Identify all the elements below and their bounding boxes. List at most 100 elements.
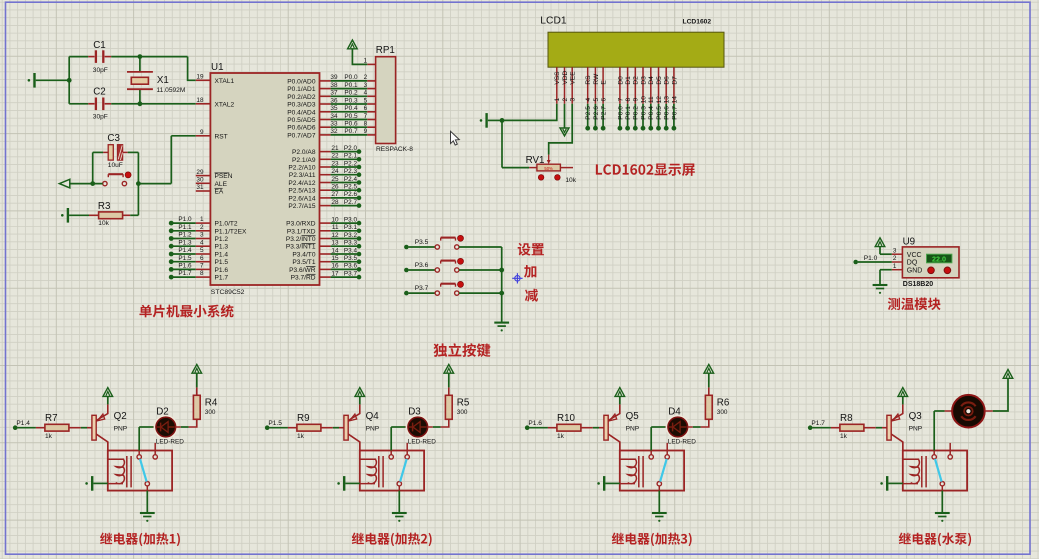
svg-text:P1.1/T2EX: P1.1/T2EX xyxy=(215,228,247,235)
svg-text:7: 7 xyxy=(617,98,624,102)
svg-text:P1.3: P1.3 xyxy=(215,244,229,251)
svg-text:3: 3 xyxy=(364,82,368,89)
svg-text:P0.1/AD1: P0.1/AD1 xyxy=(287,86,316,93)
svg-text:STC89C52: STC89C52 xyxy=(211,289,245,296)
svg-text:P3.4: P3.4 xyxy=(344,247,358,254)
svg-text:D6: D6 xyxy=(664,76,671,85)
svg-text:D1: D1 xyxy=(625,76,632,85)
svg-text:P0.5: P0.5 xyxy=(656,106,663,120)
svg-text:P0.4: P0.4 xyxy=(648,106,655,120)
svg-text:5: 5 xyxy=(593,98,600,102)
svg-text:P3.4/T0: P3.4/T0 xyxy=(292,252,315,259)
svg-text:C2: C2 xyxy=(93,87,106,98)
svg-text:3: 3 xyxy=(570,98,577,102)
svg-text:LED-RED: LED-RED xyxy=(156,438,184,445)
svg-text:P0.7: P0.7 xyxy=(671,106,678,120)
svg-text:LED-RED: LED-RED xyxy=(408,438,436,445)
svg-text:P0.3: P0.3 xyxy=(640,106,647,120)
svg-text:C1: C1 xyxy=(93,40,106,51)
svg-text:39: 39 xyxy=(330,74,338,81)
svg-text:P2.6/A14: P2.6/A14 xyxy=(288,195,315,202)
svg-text:18: 18 xyxy=(196,97,204,104)
svg-text:300: 300 xyxy=(205,409,216,416)
svg-text:2: 2 xyxy=(893,255,897,262)
svg-text:13: 13 xyxy=(664,96,671,104)
svg-text:P1.4: P1.4 xyxy=(178,247,192,254)
svg-text:24: 24 xyxy=(331,168,339,175)
svg-text:30pF: 30pF xyxy=(93,113,108,120)
svg-text:D3: D3 xyxy=(640,76,647,85)
svg-text:P2.4/A12: P2.4/A12 xyxy=(288,180,315,187)
svg-text:P1.4: P1.4 xyxy=(16,420,30,427)
svg-text:P1.5: P1.5 xyxy=(178,255,192,262)
svg-text:1k: 1k xyxy=(297,433,305,440)
svg-text:1k: 1k xyxy=(840,433,848,440)
svg-text:R3: R3 xyxy=(98,201,111,212)
svg-text:U9: U9 xyxy=(903,237,916,248)
svg-text:28: 28 xyxy=(331,199,339,206)
svg-text:Q3: Q3 xyxy=(909,411,923,422)
svg-text:10uF: 10uF xyxy=(108,162,123,169)
svg-text:3: 3 xyxy=(200,232,204,239)
svg-text:R10: R10 xyxy=(557,413,576,424)
svg-text:9: 9 xyxy=(633,98,640,102)
svg-text:P1.0: P1.0 xyxy=(178,216,192,223)
svg-text:P2.4: P2.4 xyxy=(344,176,358,183)
svg-text:P3.0: P3.0 xyxy=(344,216,358,223)
svg-text:C3: C3 xyxy=(107,133,120,144)
svg-text:R7: R7 xyxy=(45,413,58,424)
svg-text:P1.6: P1.6 xyxy=(215,267,229,274)
svg-text:1: 1 xyxy=(363,57,367,64)
svg-text:4: 4 xyxy=(364,90,368,97)
svg-text:P1.6: P1.6 xyxy=(178,263,192,270)
svg-text:P1.2: P1.2 xyxy=(178,232,192,239)
svg-text:P0.5/AD5: P0.5/AD5 xyxy=(287,117,316,124)
svg-text:P1.5: P1.5 xyxy=(268,420,282,427)
svg-text:RW: RW xyxy=(593,73,600,85)
svg-text:P3.2: P3.2 xyxy=(344,232,358,239)
svg-text:3: 3 xyxy=(893,247,897,254)
svg-text:P3.0/RXD: P3.0/RXD xyxy=(286,221,316,228)
svg-text:P1.0/T2: P1.0/T2 xyxy=(215,221,238,228)
svg-text:RS: RS xyxy=(585,75,592,85)
svg-text:ALE: ALE xyxy=(215,181,228,188)
svg-text:15: 15 xyxy=(331,255,339,262)
svg-text:P1.7: P1.7 xyxy=(178,270,192,277)
svg-text:RST: RST xyxy=(215,133,228,140)
svg-text:GND: GND xyxy=(907,267,923,274)
svg-text:12: 12 xyxy=(656,96,663,104)
svg-text:RV1: RV1 xyxy=(526,155,545,166)
svg-text:PNP: PNP xyxy=(626,425,640,432)
svg-text:Q4: Q4 xyxy=(366,411,380,422)
svg-text:P3.3: P3.3 xyxy=(344,240,358,247)
svg-text:P2.5: P2.5 xyxy=(585,106,592,120)
svg-text:27: 27 xyxy=(331,191,339,198)
svg-text:17: 17 xyxy=(331,270,339,277)
svg-text:XTAL2: XTAL2 xyxy=(215,101,235,108)
svg-text:13: 13 xyxy=(331,240,339,247)
svg-text:4: 4 xyxy=(200,239,204,246)
svg-text:P2.7: P2.7 xyxy=(601,106,608,120)
svg-text:29: 29 xyxy=(196,169,204,176)
svg-text:D5: D5 xyxy=(656,76,663,85)
svg-text:D7: D7 xyxy=(671,76,678,85)
svg-text:22: 22 xyxy=(331,153,339,160)
svg-text:P2.7/A15: P2.7/A15 xyxy=(288,203,315,210)
svg-text:P1.5: P1.5 xyxy=(215,259,229,266)
svg-text:P0.2/AD2: P0.2/AD2 xyxy=(287,94,316,101)
svg-text:9: 9 xyxy=(364,128,368,135)
svg-text:D2: D2 xyxy=(156,406,169,417)
svg-text:P0.6: P0.6 xyxy=(664,106,671,120)
svg-text:LCD1: LCD1 xyxy=(540,16,567,27)
svg-text:EA: EA xyxy=(215,189,224,196)
svg-text:Q2: Q2 xyxy=(114,411,127,422)
svg-text:300: 300 xyxy=(457,409,468,416)
svg-text:6: 6 xyxy=(200,255,204,262)
svg-text:P0.7/AD7: P0.7/AD7 xyxy=(287,132,316,139)
svg-text:2: 2 xyxy=(364,74,368,81)
svg-text:P2.1: P2.1 xyxy=(344,153,358,160)
svg-text:16: 16 xyxy=(331,263,339,270)
svg-text:R9: R9 xyxy=(297,413,310,424)
svg-text:31: 31 xyxy=(196,184,204,191)
svg-text:P3.6: P3.6 xyxy=(415,262,429,269)
